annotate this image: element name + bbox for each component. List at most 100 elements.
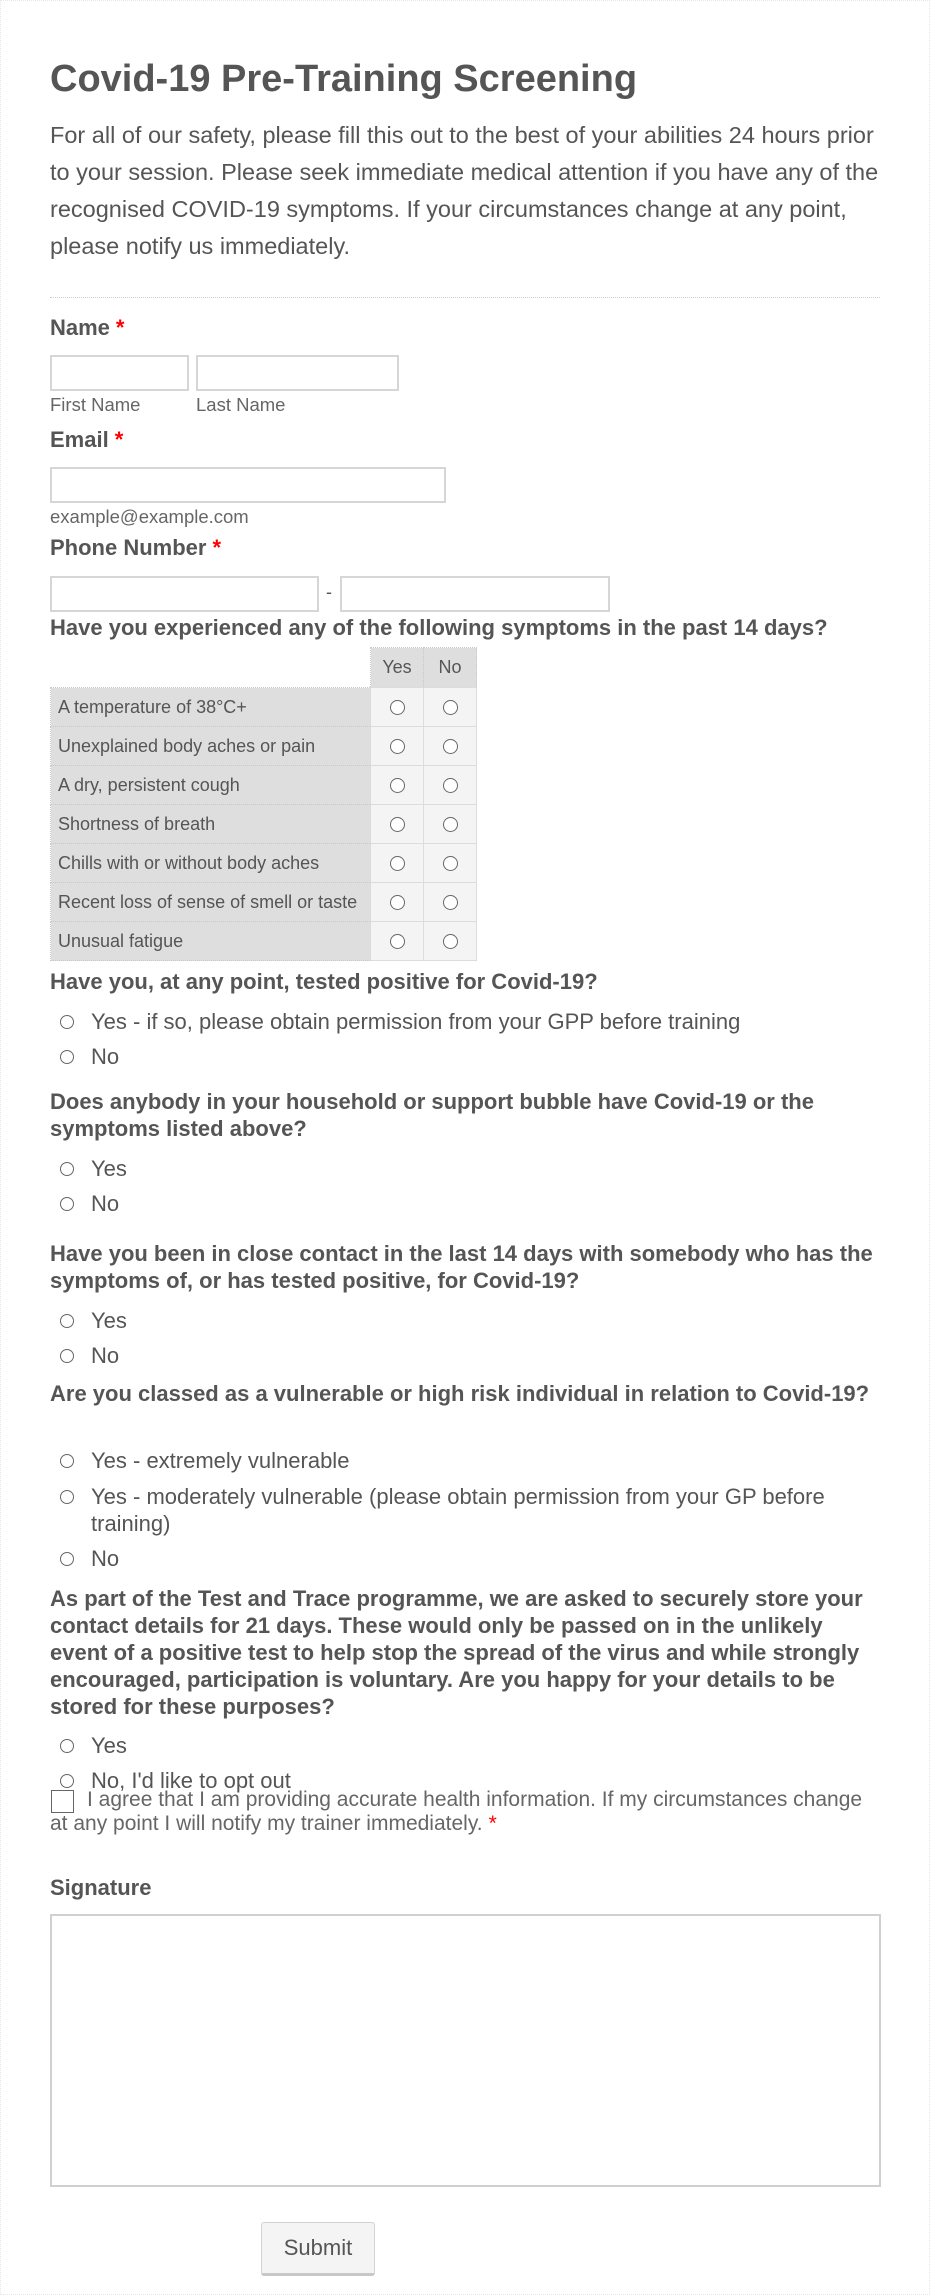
- matrix-cell-no[interactable]: [423, 921, 477, 961]
- signature-label: Signature: [50, 1875, 152, 1900]
- radio-button[interactable]: [442, 817, 458, 833]
- option-label: No: [91, 1546, 120, 1571]
- last-name-input[interactable]: [196, 355, 399, 391]
- matrix-row-label: Unusual fatigue: [50, 921, 371, 961]
- matrix-row: Shortness of breath: [50, 804, 477, 844]
- required-marker: *: [115, 315, 125, 340]
- radio-button[interactable]: [389, 700, 405, 716]
- name-label: Name *: [50, 315, 124, 341]
- matrix-row-label: Chills with or without body aches: [50, 843, 371, 883]
- option-tested-positive-no[interactable]: No: [60, 1043, 880, 1070]
- required-marker: *: [488, 1812, 497, 1835]
- radio-button[interactable]: [389, 739, 405, 755]
- matrix-row: A temperature of 38°C+: [50, 687, 477, 727]
- option-label: Yes: [91, 1156, 127, 1181]
- radio-button[interactable]: [389, 778, 405, 794]
- matrix-cell-no[interactable]: [423, 804, 477, 844]
- option-vulnerable-extreme[interactable]: Yes - extremely vulnerable: [60, 1447, 880, 1474]
- matrix-cell-yes[interactable]: [370, 726, 424, 766]
- radio-button[interactable]: [442, 856, 458, 872]
- radio-button[interactable]: [389, 856, 405, 872]
- option-label: Yes - if so, please obtain permission fr…: [91, 1009, 741, 1034]
- consent-text: I agree that I am providing accurate hea…: [50, 1788, 880, 1836]
- email-input[interactable]: [50, 467, 446, 503]
- matrix-cell-no[interactable]: [423, 882, 477, 922]
- matrix-column-yes: Yes: [370, 647, 424, 688]
- radio-button[interactable]: [60, 1454, 74, 1468]
- question-vulnerable: Are you classed as a vulnerable or high …: [50, 1381, 870, 1406]
- option-label: No: [91, 1343, 120, 1368]
- signature-pad[interactable]: [50, 1914, 881, 2187]
- radio-button[interactable]: [442, 895, 458, 911]
- radio-button[interactable]: [60, 1349, 74, 1363]
- radio-button[interactable]: [60, 1552, 74, 1566]
- radio-button[interactable]: [442, 700, 458, 716]
- radio-button[interactable]: [60, 1314, 74, 1328]
- matrix-cell-yes[interactable]: [370, 882, 424, 922]
- radio-button[interactable]: [60, 1015, 74, 1029]
- required-marker: *: [212, 535, 222, 560]
- matrix-cell-no[interactable]: [423, 687, 477, 727]
- radio-button[interactable]: [389, 817, 405, 833]
- option-label: No: [91, 1044, 120, 1069]
- option-vulnerable-no[interactable]: No: [60, 1545, 880, 1572]
- consent-checkbox[interactable]: [51, 1790, 74, 1813]
- phone-area-input[interactable]: [50, 576, 319, 612]
- matrix-cell-yes[interactable]: [370, 843, 424, 883]
- matrix-cell-no[interactable]: [423, 843, 477, 883]
- matrix-cell-yes[interactable]: [370, 765, 424, 805]
- matrix-row: Unusual fatigue: [50, 921, 477, 961]
- radio-button[interactable]: [60, 1197, 74, 1211]
- symptoms-matrix: Yes No A temperature of 38°C+ Unexplaine…: [50, 647, 477, 961]
- first-name-input[interactable]: [50, 355, 189, 391]
- question-close-contact: Have you been in close contact in the la…: [50, 1241, 873, 1293]
- matrix-row: Recent loss of sense of smell or taste: [50, 882, 477, 922]
- matrix-cell-yes[interactable]: [370, 687, 424, 727]
- question-test-and-trace: As part of the Test and Trace programme,…: [50, 1586, 863, 1719]
- radio-button[interactable]: [60, 1162, 74, 1176]
- form-intro: For all of our safety, please fill this …: [50, 122, 879, 259]
- option-close-contact-no[interactable]: No: [60, 1342, 880, 1369]
- question-tested-positive: Have you, at any point, tested positive …: [50, 969, 598, 994]
- matrix-row-label: Recent loss of sense of smell or taste: [50, 882, 371, 922]
- matrix-cell-no[interactable]: [423, 765, 477, 805]
- option-close-contact-yes[interactable]: Yes: [60, 1307, 880, 1334]
- radio-button[interactable]: [60, 1739, 74, 1753]
- radio-button[interactable]: [442, 739, 458, 755]
- symptoms-label: Have you experienced any of the followin…: [50, 615, 828, 640]
- matrix-row: Unexplained body aches or pain: [50, 726, 477, 766]
- consent-label: I agree that I am providing accurate hea…: [50, 1788, 863, 1835]
- option-tested-positive-yes[interactable]: Yes - if so, please obtain permission fr…: [60, 1008, 880, 1035]
- radio-button[interactable]: [442, 778, 458, 794]
- option-vulnerable-moderate[interactable]: Yes - moderately vulnerable (please obta…: [60, 1483, 870, 1537]
- option-household-no[interactable]: No: [60, 1190, 880, 1217]
- matrix-cell-yes[interactable]: [370, 921, 424, 961]
- email-label: Email *: [50, 427, 123, 453]
- option-test-and-trace-yes[interactable]: Yes: [60, 1732, 880, 1759]
- matrix-cell-yes[interactable]: [370, 804, 424, 844]
- phone-label: Phone Number *: [50, 535, 221, 561]
- radio-button[interactable]: [389, 895, 405, 911]
- required-marker: *: [114, 427, 124, 452]
- form-title: Covid-19 Pre-Training Screening: [50, 58, 638, 100]
- question-household: Does anybody in your household or suppor…: [50, 1089, 814, 1141]
- submit-button[interactable]: Submit: [261, 2222, 375, 2276]
- matrix-corner: [51, 648, 371, 688]
- option-label: Yes: [91, 1308, 127, 1333]
- section-divider: [50, 297, 880, 298]
- phone-separator: -: [326, 582, 332, 602]
- radio-button[interactable]: [389, 934, 405, 950]
- first-name-sublabel: First Name: [50, 394, 141, 415]
- matrix-row: Chills with or without body aches: [50, 843, 477, 883]
- matrix-row-label: A dry, persistent cough: [50, 765, 371, 805]
- email-label-text: Email: [50, 427, 109, 452]
- option-label: No: [91, 1191, 120, 1216]
- radio-button[interactable]: [60, 1490, 74, 1504]
- radio-button[interactable]: [60, 1050, 74, 1064]
- radio-button[interactable]: [442, 934, 458, 950]
- phone-number-input[interactable]: [340, 576, 610, 612]
- option-household-yes[interactable]: Yes: [60, 1155, 880, 1182]
- matrix-cell-no[interactable]: [423, 726, 477, 766]
- radio-button[interactable]: [60, 1774, 74, 1788]
- phone-label-text: Phone Number: [50, 535, 207, 560]
